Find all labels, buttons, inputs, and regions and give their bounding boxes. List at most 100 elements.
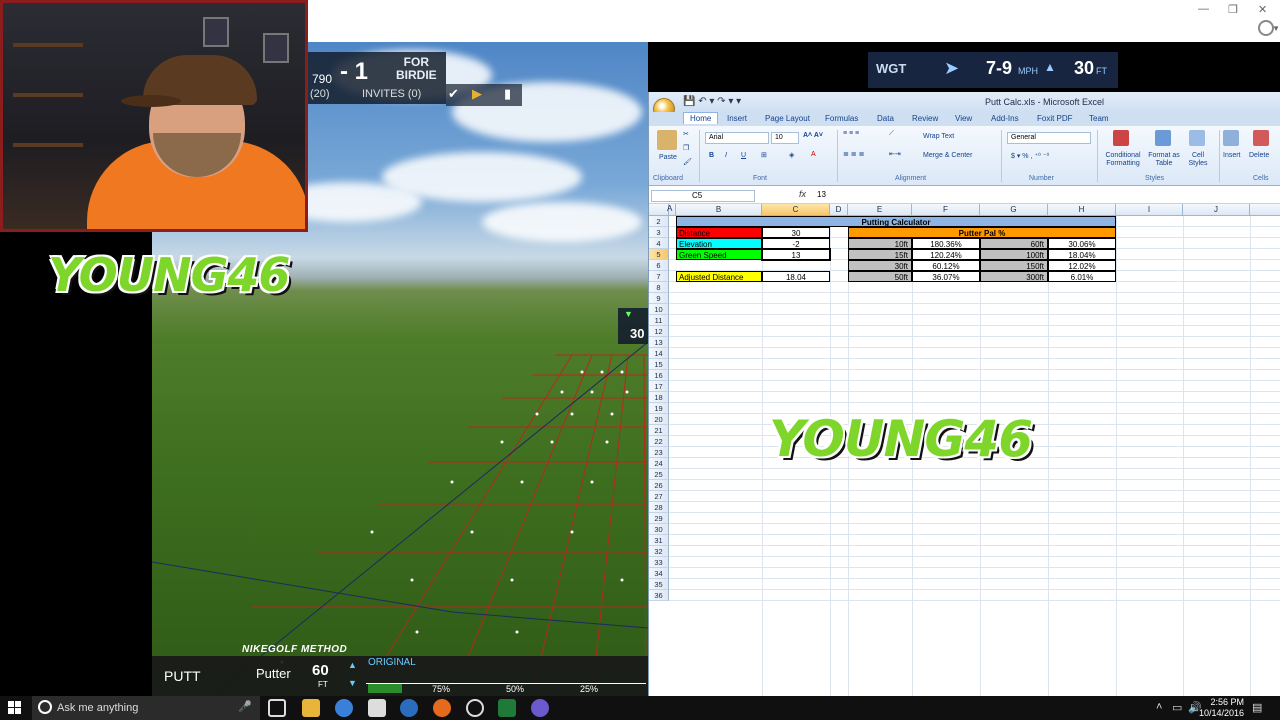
- number-format-select[interactable]: General: [1007, 132, 1091, 144]
- insert-cells-button[interactable]: Insert: [1223, 152, 1241, 159]
- putter-pal-cell[interactable]: 100ft: [980, 249, 1048, 260]
- row-header[interactable]: 18: [649, 392, 669, 403]
- row-header[interactable]: 36: [649, 590, 669, 601]
- currency-icon[interactable]: $ ▾ % , ⁺⁰ ⁻⁰: [1011, 152, 1049, 160]
- column-header[interactable]: E: [848, 204, 912, 216]
- putter-pal-cell[interactable]: 15ft: [848, 249, 912, 260]
- green-speed-value[interactable]: 13: [761, 248, 831, 261]
- row-header[interactable]: 11: [649, 315, 669, 326]
- row-header[interactable]: 9: [649, 293, 669, 304]
- column-header[interactable]: D: [830, 204, 848, 216]
- fill-color-icon[interactable]: ◈: [789, 151, 794, 159]
- title-bar[interactable]: 💾 ↶ ▾ ↷ ▾ ▾ Putt Calc.xls - Microsoft Ex…: [649, 92, 1280, 112]
- tab-review[interactable]: Review: [912, 114, 938, 123]
- row-header[interactable]: 4: [649, 238, 669, 249]
- restore-button[interactable]: ❐: [1228, 3, 1238, 16]
- club-up-icon[interactable]: ▲: [348, 660, 357, 670]
- calculator-title[interactable]: Putting Calculator: [676, 216, 1116, 227]
- worksheet-grid[interactable]: B C D E F G H I J A 2 3 4 5 6 7 8 9 10 11 12 13 14 15…: [649, 204, 1280, 696]
- row-header[interactable]: 22: [649, 436, 669, 447]
- merge-center-button[interactable]: Merge & Center: [923, 152, 972, 159]
- font-name-select[interactable]: Arial: [705, 132, 769, 144]
- tab-insert[interactable]: Insert: [727, 114, 747, 123]
- row-header[interactable]: 12: [649, 326, 669, 337]
- select-all[interactable]: [649, 204, 669, 216]
- paste-icon[interactable]: [657, 130, 677, 150]
- row-header[interactable]: 19: [649, 403, 669, 414]
- row-header[interactable]: 29: [649, 513, 669, 524]
- putter-pal-cell[interactable]: 150ft: [980, 260, 1048, 271]
- power-scale[interactable]: [366, 670, 646, 684]
- obs-icon[interactable]: [531, 699, 549, 717]
- distance-label[interactable]: Distance: [676, 227, 762, 238]
- elevation-value[interactable]: -2: [762, 238, 830, 249]
- font-size-select[interactable]: 10: [771, 132, 799, 144]
- elevation-label[interactable]: Elevation: [676, 238, 762, 249]
- insert-cells-icon[interactable]: [1223, 130, 1239, 146]
- microphone-icon[interactable]: 🎤: [238, 700, 252, 713]
- tab-add-ins[interactable]: Add-Ins: [991, 114, 1019, 123]
- format-painter-icon[interactable]: 🖌: [683, 158, 692, 166]
- row-header[interactable]: 16: [649, 370, 669, 381]
- putter-pal-cell[interactable]: 120.24%: [912, 249, 980, 260]
- notifications-icon[interactable]: ▤: [1252, 701, 1262, 714]
- putter-pal-cell[interactable]: 50ft: [848, 271, 912, 282]
- row-header[interactable]: 14: [649, 348, 669, 359]
- media-icon[interactable]: [400, 699, 418, 717]
- copy-icon[interactable]: ❐: [683, 144, 689, 152]
- tab-formulas[interactable]: Formulas: [825, 114, 858, 123]
- windows-start-icon[interactable]: [8, 701, 22, 715]
- quick-access-toolbar[interactable]: 💾 ↶ ▾ ↷ ▾ ▾: [683, 96, 741, 107]
- underline-icon[interactable]: U: [741, 152, 746, 159]
- green-speed-label[interactable]: Green Speed: [676, 249, 762, 260]
- column-header[interactable]: H: [1048, 204, 1116, 216]
- conditional-formatting-button[interactable]: Conditional Formatting: [1101, 152, 1145, 168]
- row-header[interactable]: 28: [649, 502, 669, 513]
- column-header[interactable]: G: [980, 204, 1048, 216]
- browser-icon[interactable]: [335, 699, 353, 717]
- row-header[interactable]: 20: [649, 414, 669, 425]
- putter-pal-cell[interactable]: 30.06%: [1048, 238, 1116, 249]
- search-box[interactable]: Ask me anything 🎤: [32, 696, 260, 720]
- row-header[interactable]: 33: [649, 557, 669, 568]
- row-header[interactable]: 3: [649, 227, 669, 238]
- row-header[interactable]: 8: [649, 282, 669, 293]
- row-header[interactable]: 26: [649, 480, 669, 491]
- cell-styles-button[interactable]: Cell Styles: [1185, 152, 1211, 168]
- putter-pal-cell[interactable]: 300ft: [980, 271, 1048, 282]
- club-name[interactable]: Putter: [256, 666, 291, 681]
- delete-cells-button[interactable]: Delete: [1249, 152, 1269, 159]
- row-header[interactable]: 6: [649, 260, 669, 271]
- row-header[interactable]: 17: [649, 381, 669, 392]
- tab-home[interactable]: Home: [683, 112, 719, 124]
- column-header[interactable]: F: [912, 204, 980, 216]
- row-header[interactable]: 30: [649, 524, 669, 535]
- wgt-flag-icon[interactable]: ▶: [472, 86, 482, 102]
- bold-icon[interactable]: B: [709, 152, 714, 159]
- row-header[interactable]: 5: [649, 249, 669, 260]
- tab-page-layout[interactable]: Page Layout: [765, 114, 810, 123]
- tab-foxit-pdf[interactable]: Foxit PDF: [1037, 114, 1073, 123]
- row-header[interactable]: 31: [649, 535, 669, 546]
- putter-pal-cell[interactable]: 36.07%: [912, 271, 980, 282]
- row-header[interactable]: 7: [649, 271, 669, 282]
- invites-button[interactable]: INVITES (0): [362, 88, 421, 100]
- tab-view[interactable]: View: [955, 114, 972, 123]
- formula-input[interactable]: 13: [817, 190, 826, 199]
- excel-window[interactable]: 💾 ↶ ▾ ↷ ▾ ▾ Putt Calc.xls - Microsoft Ex…: [648, 92, 1280, 696]
- borders-icon[interactable]: ⊞: [761, 151, 767, 159]
- distance-value[interactable]: 30: [762, 227, 830, 238]
- calculator-icon[interactable]: [368, 699, 386, 717]
- check-icon[interactable]: ✔: [448, 86, 459, 102]
- adjusted-distance-label[interactable]: Adjusted Distance: [676, 271, 762, 282]
- column-header[interactable]: C: [762, 204, 830, 216]
- clock[interactable]: 2:56 PM 10/14/2016: [1198, 697, 1244, 719]
- excel-taskbar-icon[interactable]: [498, 699, 516, 717]
- italic-icon[interactable]: I: [725, 152, 727, 159]
- close-button[interactable]: ✕: [1258, 3, 1267, 16]
- putter-pal-cell[interactable]: 180.36%: [912, 238, 980, 249]
- cut-icon[interactable]: ✂: [683, 130, 689, 138]
- wrap-text-button[interactable]: Wrap Text: [923, 133, 954, 140]
- row-header[interactable]: 21: [649, 425, 669, 436]
- putter-pal-cell[interactable]: 60.12%: [912, 260, 980, 271]
